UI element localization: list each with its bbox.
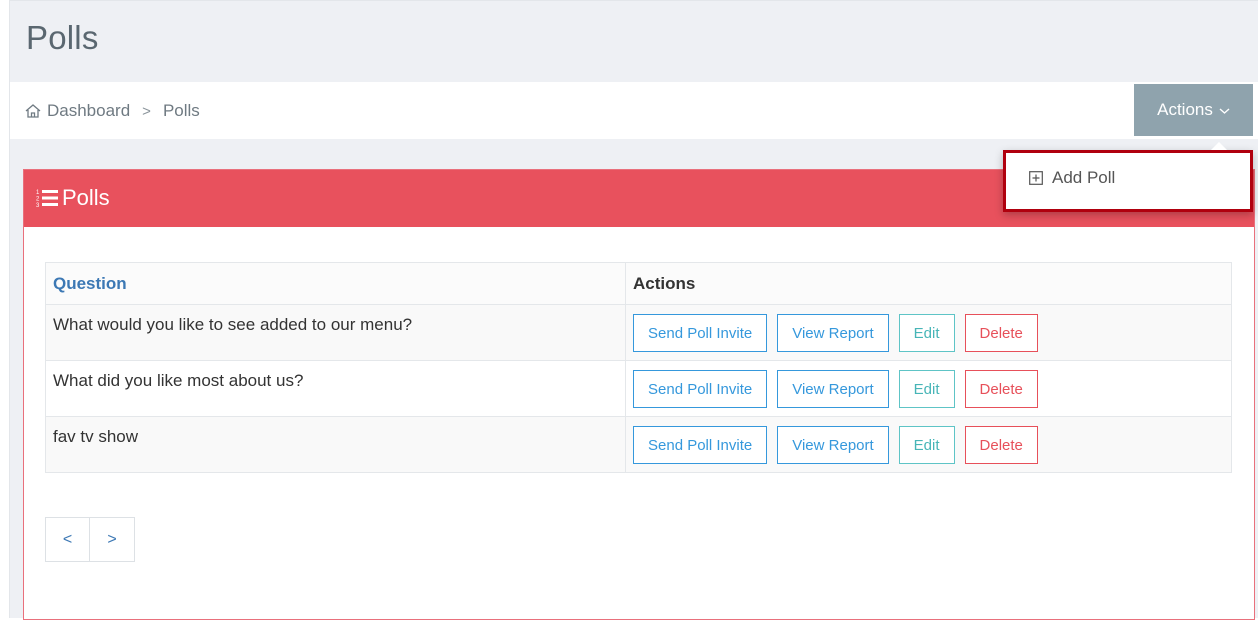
breadcrumb-bar: Dashboard > Polls (10, 82, 1258, 139)
plus-square-icon (1029, 171, 1043, 185)
send-poll-invite-button[interactable]: Send Poll Invite (633, 425, 768, 464)
svg-text:2: 2 (36, 197, 40, 203)
polls-table: Question Actions What would you like to … (45, 262, 1232, 473)
page-container: Polls Dashboard > Polls Actions 1 2 3 Po… (9, 0, 1258, 620)
add-poll-menu-item[interactable]: Add Poll (1029, 168, 1115, 188)
send-poll-invite-button[interactable]: Send Poll Invite (633, 313, 768, 352)
table-row: What would you like to see added to our … (45, 304, 1232, 361)
actions-cell: Send Poll Invite View Report Edit Delete (625, 304, 1232, 361)
prev-page-button[interactable]: < (45, 517, 90, 562)
home-icon (25, 104, 41, 118)
svg-text:3: 3 (36, 203, 40, 208)
edit-button[interactable]: Edit (898, 313, 955, 352)
actions-cell: Send Poll Invite View Report Edit Delete (625, 360, 1232, 417)
send-poll-invite-button[interactable]: Send Poll Invite (633, 369, 768, 408)
page-title: Polls (26, 19, 99, 56)
add-poll-label: Add Poll (1052, 168, 1116, 187)
portlet-title: 1 2 3 Polls (36, 185, 110, 211)
list-ol-icon: 1 2 3 (36, 190, 58, 208)
svg-text:1: 1 (36, 190, 40, 196)
edit-button[interactable]: Edit (898, 425, 955, 464)
pagination: < > (45, 517, 135, 562)
view-report-button[interactable]: View Report (777, 313, 889, 352)
question-cell: fav tv show (45, 416, 626, 473)
edit-button[interactable]: Edit (898, 369, 955, 408)
actions-dropdown-menu: Add Poll (1003, 142, 1253, 212)
breadcrumb: Dashboard > Polls (24, 101, 200, 121)
chevron-down-icon (1219, 108, 1230, 114)
delete-button[interactable]: Delete (964, 369, 1038, 408)
column-header-question[interactable]: Question (45, 262, 626, 305)
delete-button[interactable]: Delete (964, 425, 1038, 464)
table-row: What did you like most about us? Send Po… (45, 360, 1232, 417)
breadcrumb-separator: > (142, 102, 151, 120)
breadcrumb-dashboard-link[interactable]: Dashboard (47, 101, 130, 121)
actions-button-label: Actions (1157, 100, 1213, 119)
breadcrumb-current: Polls (162, 101, 200, 120)
question-cell: What did you like most about us? (45, 360, 626, 417)
view-report-button[interactable]: View Report (777, 425, 889, 464)
delete-button[interactable]: Delete (964, 313, 1038, 352)
question-cell: What would you like to see added to our … (45, 304, 626, 361)
actions-dropdown-button[interactable]: Actions (1134, 84, 1253, 136)
actions-cell: Send Poll Invite View Report Edit Delete (625, 416, 1232, 473)
table-header-row: Question Actions (45, 262, 1232, 305)
portlet-title-text: Polls (62, 185, 110, 210)
column-header-actions: Actions (625, 262, 1232, 305)
view-report-button[interactable]: View Report (777, 369, 889, 408)
next-page-button[interactable]: > (90, 517, 135, 562)
polls-portlet: 1 2 3 Polls Question Actions What would … (23, 169, 1255, 620)
table-row: fav tv show Send Poll Invite View Report E… (45, 416, 1232, 473)
